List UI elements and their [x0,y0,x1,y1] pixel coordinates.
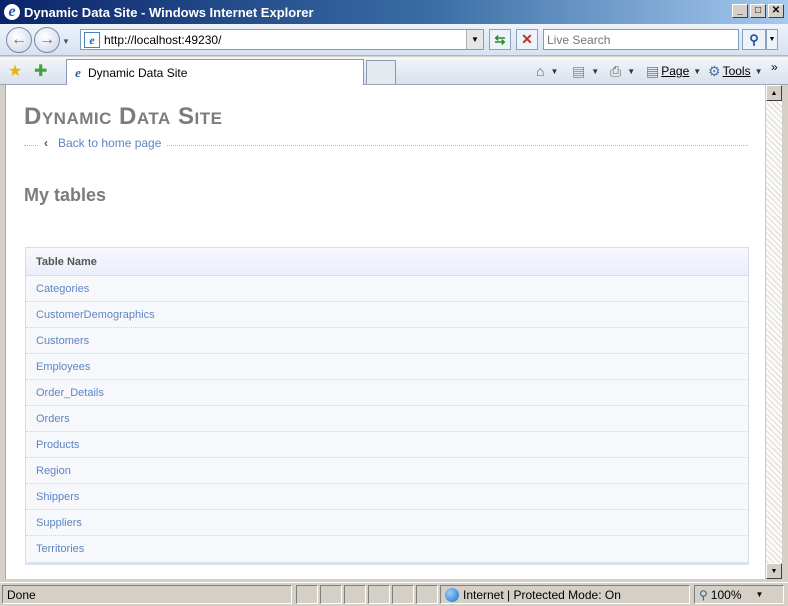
table-link[interactable]: Suppliers [36,517,82,529]
table-link[interactable]: Orders [36,413,70,425]
zoom-control[interactable]: ⚲ 100% ▼ [694,585,784,604]
table-link[interactable]: Region [36,465,71,477]
print-button[interactable]: ⎙ ▼ [610,61,635,81]
status-pane [416,585,438,604]
page-icon: e [84,31,100,48]
table-link[interactable]: Categories [36,283,89,295]
ie-logo-icon: e [4,4,20,20]
page-menu-button[interactable]: ▤ Page ▼ [646,61,701,81]
table-row: Suppliers [26,510,748,536]
site-title: Dynamic Data Site [24,103,223,130]
search-box[interactable] [543,29,739,50]
search-button[interactable]: ⚲ [742,29,766,50]
arrow-left-icon: ← [11,31,27,48]
page-menu-label: Page [661,64,690,78]
minimize-button[interactable]: _ [732,4,748,18]
refresh-button[interactable]: ⇆ [489,29,511,50]
zoom-icon: ⚲ [699,587,708,602]
table-link[interactable]: Employees [36,361,90,373]
window-titlebar[interactable]: e Dynamic Data Site - Windows Internet E… [0,0,788,24]
grid-header: Table Name [26,248,748,276]
zoom-level: 100% [710,587,742,602]
close-button[interactable]: ✕ [768,4,784,18]
home-icon: ⌂ [536,63,545,79]
search-input[interactable] [544,30,738,49]
table-row: Orders [26,406,748,432]
security-zone-label: Internet | Protected Mode: On [463,587,621,602]
status-pane [296,585,318,604]
address-input[interactable] [104,32,464,47]
status-pane [368,585,390,604]
tab-ie-icon: e [75,64,81,80]
address-bar[interactable]: e ▼ [80,29,484,50]
tables-grid: Table Name Categories CustomerDemographic… [25,247,749,565]
table-row: Categories [26,276,748,302]
forward-button[interactable]: → [34,27,60,53]
command-bar: ★ ✚ e Dynamic Data Site ⌂ ▼ ▤ ▼ ⎙ ▼ ▤ Page … [0,57,788,85]
scroll-up-button[interactable]: ▲ [766,85,782,101]
globe-icon [445,587,459,602]
table-link[interactable]: Products [36,439,79,451]
feeds-button[interactable]: ▤ ▼ [572,61,599,81]
home-button[interactable]: ⌂ ▼ [536,61,558,81]
status-bar: Done Internet | Protected Mode: On ⚲ 100… [0,582,788,606]
table-row: Products [26,432,748,458]
vertical-scrollbar[interactable]: ▲ ▼ [765,85,782,579]
rss-feed-icon: ▤ [572,62,586,79]
printer-icon: ⎙ [610,62,622,79]
page-icon: ▤ [646,62,660,79]
gear-icon: ⚙ [708,62,721,79]
arrow-right-icon: → [39,31,55,48]
table-row: Order_Details [26,380,748,406]
favorites-star-icon[interactable]: ★ [8,61,22,81]
tab-dynamic-data-site[interactable]: e Dynamic Data Site [66,59,364,85]
security-zone[interactable]: Internet | Protected Mode: On [440,585,690,604]
navigation-bar: ← → ▼ e ▼ ⇆ ✕ ⚲ ▼ [0,24,788,56]
table-link[interactable]: Order_Details [36,387,104,399]
scroll-down-button[interactable]: ▼ [766,563,782,579]
new-tab-button[interactable] [366,60,396,84]
back-to-home-link[interactable]: ‹ Back to home page [38,136,168,150]
status-pane [344,585,366,604]
grid-body: Categories CustomerDemographics Customers E… [26,276,748,562]
chevron-left-icon: ‹ [44,136,48,150]
table-row: Employees [26,354,748,380]
stop-icon: ✕ [521,31,533,47]
status-pane [392,585,414,604]
add-favorite-icon[interactable]: ✚ [34,61,47,81]
maximize-button[interactable]: □ [750,4,766,18]
chevron-down-icon: ▼ [755,590,764,599]
table-row: Customers [26,328,748,354]
table-row: Shippers [26,484,748,510]
table-link[interactable]: Territories [36,543,84,555]
tools-menu-button[interactable]: ⚙ Tools ▼ [708,61,763,81]
tools-menu-label: Tools [722,64,751,78]
chevron-more-button[interactable]: » [771,57,778,77]
recent-pages-dropdown[interactable]: ▼ [62,37,70,46]
page-heading: My tables [24,185,107,205]
stop-button[interactable]: ✕ [516,29,538,50]
page-content: Dynamic Data Site ‹ Back to home page My… [5,85,765,579]
back-button[interactable]: ← [6,27,32,53]
search-options-dropdown[interactable]: ▼ [766,29,778,50]
window-title: Dynamic Data Site - Windows Internet Exp… [24,4,314,20]
table-row: Region [26,458,748,484]
window-frame [782,85,788,579]
status-text: Done [2,585,292,604]
refresh-icon: ⇆ [494,31,506,47]
table-link[interactable]: CustomerDemographics [36,309,155,321]
tab-title: Dynamic Data Site [88,65,188,80]
table-link[interactable]: Customers [36,335,89,347]
search-icon: ⚲ [749,31,759,47]
table-row: Territories [26,536,748,562]
table-row: CustomerDemographics [26,302,748,328]
window-controls: _ □ ✕ [732,4,784,18]
table-link[interactable]: Shippers [36,491,79,503]
address-dropdown[interactable]: ▼ [466,30,483,49]
status-pane [320,585,342,604]
back-link-label: Back to home page [58,136,162,150]
